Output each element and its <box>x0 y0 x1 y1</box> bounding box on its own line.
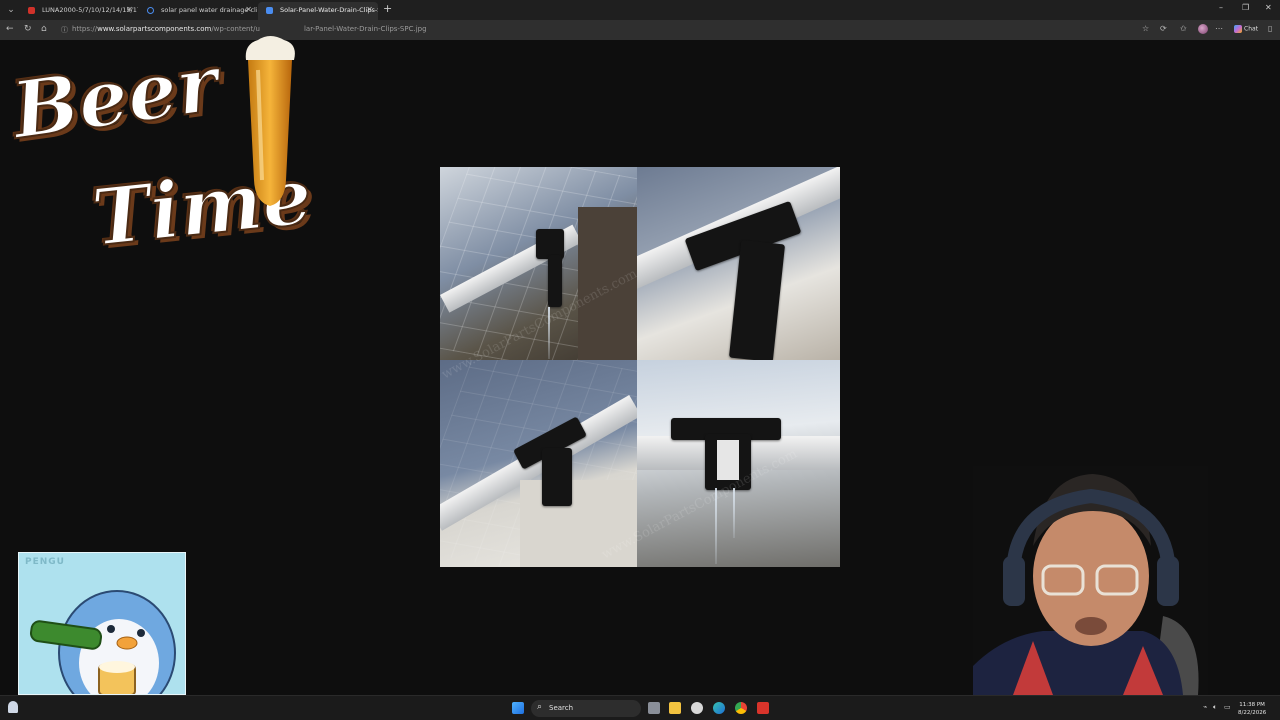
streamer-webcam-image <box>973 466 1208 695</box>
screen: ⌄ LUNA2000-5/7/10/12/14/15/17/1 ✕ solar … <box>0 0 1280 720</box>
taskbar-clock[interactable]: 11:38 PM 8/22/2026 <box>1238 701 1266 717</box>
more-menu-icon[interactable]: ⋯ <box>1215 24 1223 33</box>
restore-icon[interactable]: ❐ <box>1242 3 1249 12</box>
water-drip <box>733 488 735 538</box>
obs-record-icon[interactable] <box>757 702 769 714</box>
webcam-feed <box>973 466 1208 695</box>
beer-word: Beer <box>6 37 225 158</box>
clock-date: 8/22/2026 <box>1238 710 1267 716</box>
extensions-icon[interactable]: ⟳ <box>1160 24 1167 33</box>
tab-close-icon[interactable]: ✕ <box>126 2 133 18</box>
copilot-icon <box>1234 25 1242 33</box>
pengu-label: PENGU <box>25 557 65 567</box>
tab-title: solar panel water drainage clips - <box>161 6 257 14</box>
tab-solar-drainage-search[interactable]: solar panel water drainage clips - ✕ <box>139 2 257 20</box>
edge-browser-icon[interactable] <box>713 702 725 714</box>
penguin-drinking-icon <box>29 590 176 694</box>
clock-time: 11:38 PM <box>1239 702 1265 708</box>
volume-icon[interactable]: 🔈︎ <box>1213 703 1217 712</box>
chrome-browser-icon[interactable] <box>735 702 747 714</box>
photo-clip-front-bottom-right <box>637 360 840 567</box>
image-favicon-icon <box>266 7 273 14</box>
app-icon[interactable] <box>691 702 703 714</box>
tab-title: LUNA2000-5/7/10/12/14/15/17/1 <box>42 6 138 14</box>
photo-clip-closeup-top-right <box>637 167 840 360</box>
browser-tab-strip: ⌄ LUNA2000-5/7/10/12/14/15/17/1 ✕ solar … <box>0 0 1280 20</box>
clip-opening <box>717 440 739 480</box>
tab-close-icon[interactable]: ✕ <box>366 2 373 18</box>
search-icon: ⌕ <box>537 702 543 712</box>
beer-time-logo: Beer Time <box>6 24 317 299</box>
sidebar-icon[interactable]: ▯ <box>1268 24 1272 33</box>
search-label: Search <box>549 704 574 712</box>
drain-clip-leg <box>542 448 572 506</box>
tab-close-icon[interactable]: ✕ <box>245 2 252 18</box>
taskbar-search[interactable]: ⌕ Search <box>531 700 641 717</box>
weather-widget-icon[interactable] <box>8 701 18 713</box>
solar-panel-drain-clips-image[interactable]: www.SolarPartsComponents.com www.SolarPa… <box>440 167 840 567</box>
photo-clip-rail-bottom-left <box>440 360 637 567</box>
network-icon[interactable]: ⌁ <box>1203 703 1207 711</box>
tab-luna2000[interactable]: LUNA2000-5/7/10/12/14/15/17/1 ✕ <box>20 2 138 20</box>
windows-taskbar: ⌕ Search ⌁ 🔈︎ ▭ 11:38 PM 8/22/2026 <box>0 695 1280 720</box>
pengu-overlay: PENGU <box>18 552 186 695</box>
start-windows-icon[interactable] <box>512 702 524 714</box>
tab-solar-panel-image[interactable]: Solar-Panel-Water-Drain-Clips-SP ✕ <box>258 2 378 20</box>
drain-clip-leg <box>548 255 562 307</box>
tab-list-chevron-icon[interactable]: ⌄ <box>4 4 18 16</box>
favorites-icon[interactable]: ✩ <box>1180 24 1187 33</box>
minimize-icon[interactable]: – <box>1219 3 1223 12</box>
favorite-star-icon[interactable]: ☆ <box>1142 24 1149 33</box>
copilot-chat-button[interactable]: Chat <box>1234 25 1258 33</box>
beer-glass-icon <box>245 36 295 206</box>
drain-clip-leg <box>728 240 786 360</box>
window-close-icon[interactable]: ✕ <box>1265 3 1272 12</box>
battery-icon[interactable]: ▭ <box>1224 703 1231 711</box>
tab-title: Solar-Panel-Water-Drain-Clips-SP <box>280 6 378 14</box>
profile-avatar[interactable] <box>1198 24 1208 34</box>
favicon-icon <box>28 7 35 14</box>
task-view-icon[interactable] <box>648 702 660 714</box>
file-explorer-icon[interactable] <box>669 702 681 714</box>
new-tab-plus-icon[interactable]: + <box>383 2 392 15</box>
search-icon <box>147 7 154 14</box>
